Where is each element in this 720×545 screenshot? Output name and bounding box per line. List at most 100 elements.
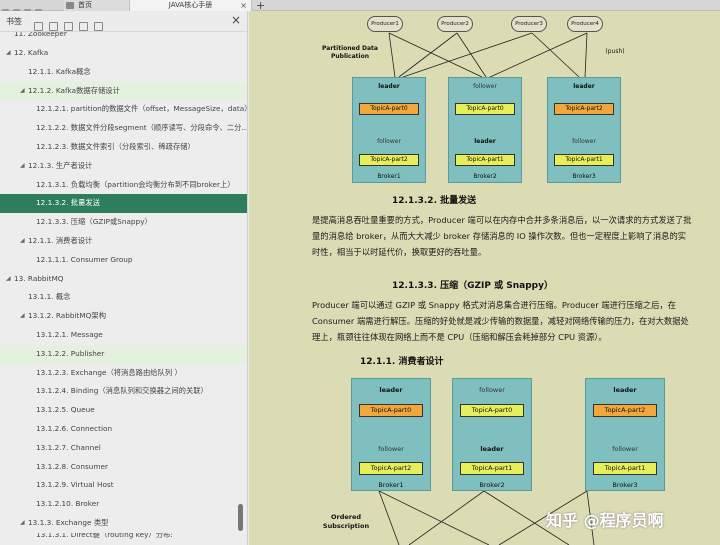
- compress-paragraph: Producer 端可以通过 GZIP 或 Snappy 格式对消息集合进行压缩…: [312, 300, 689, 342]
- bookmark-item[interactable]: 13.1.2.8. Consumer: [0, 458, 247, 477]
- bookmark-label: 13.1.2.5. Queue: [36, 405, 95, 415]
- broker-role-label: follower: [572, 138, 596, 145]
- expand-arrow-icon[interactable]: ◢: [6, 44, 11, 63]
- bookmark-item[interactable]: 13.1.2.7. Channel: [0, 439, 247, 458]
- producer-node: Producer3: [511, 16, 547, 32]
- bookmark-label: 13.1.2.2. Publisher: [36, 348, 105, 358]
- bookmark-label: 12.1.2.3. 数据文件索引（分段索引、稀疏存储）: [36, 141, 195, 151]
- bookmark-item[interactable]: ◢ 13.1.3. Exchange 类型: [0, 514, 247, 533]
- bookmark-item[interactable]: 12.1.1. Kafka概念: [0, 63, 247, 82]
- broker-name: Broker1: [377, 173, 401, 180]
- bookmark-label: 12.1.3. 生产者设计: [28, 160, 93, 170]
- bookmark-label: 13.1.2.4. Binding（消息队列和交换器之间的关联）: [36, 386, 208, 396]
- expand-all-icon[interactable]: [34, 22, 43, 31]
- partition-label: TopicA-part1: [460, 462, 524, 475]
- bookmark-item[interactable]: 13.1.2.5. Queue: [0, 401, 247, 420]
- broker-role-label: leader: [474, 138, 496, 145]
- expand-arrow-icon[interactable]: ◢: [6, 270, 11, 289]
- broker-role-label: leader: [379, 386, 403, 394]
- window-toolbar: [0, 0, 62, 15]
- bookmark-label: 12.1.3.2. 批量发送: [36, 198, 100, 208]
- bookmark-item[interactable]: ◢ 13. RabbitMQ: [0, 270, 247, 289]
- bookmark-tree: 11. Zookeeper ◢ 12. Kafka 12.1.1. Kafka概念 ◢ 1…: [0, 32, 247, 545]
- broker-name: Broker1: [378, 481, 404, 489]
- sidebar-scrollbar[interactable]: [238, 504, 243, 531]
- home-icon: [66, 2, 74, 9]
- tab-close-icon[interactable]: ×: [240, 0, 247, 11]
- publication-label: Partitioned Data Publication: [322, 45, 378, 60]
- expand-arrow-icon[interactable]: ◢: [20, 82, 25, 101]
- bookmark-label: 13.1.3.1. Direct键（routing key）分布:: [36, 532, 173, 539]
- bookmark-label: 13.1.2.10. Broker: [36, 499, 100, 509]
- broker-box: leader TopicA-part2 follower TopicA-part1 Br…: [547, 77, 621, 183]
- tab-bar: 首页 JAVA核心手册 × +: [0, 0, 720, 15]
- partition-label: TopicA-part2: [554, 103, 614, 115]
- bookmark-label: 13.1.2.3. Exchange（将消息路由给队列 ）: [36, 367, 182, 377]
- bookmark-item[interactable]: 11. Zookeeper: [0, 32, 247, 44]
- broker-role-label: follower: [479, 386, 505, 394]
- partition-label: TopicA-part1: [593, 462, 657, 475]
- bookmark-item[interactable]: 12.1.3.3. 压缩（GZIP或Snappy）: [0, 213, 247, 232]
- bookmark-item[interactable]: 13.1.2.1. Message: [0, 326, 247, 345]
- bookmark-item[interactable]: ◢ 12.1.2. Kafka数据存储设计: [0, 81, 247, 101]
- sidebar-title: 书签: [6, 17, 22, 26]
- collapse-all-icon[interactable]: [49, 22, 58, 31]
- broker-name: Broker3: [612, 481, 638, 489]
- push-label: (push): [605, 48, 625, 55]
- bookmark-item[interactable]: ◢ 13.1.2. RabbitMQ架构: [0, 307, 247, 326]
- bookmark-label: 13.1.2.7. Channel: [36, 442, 101, 452]
- sidebar-close-icon[interactable]: ×: [231, 13, 241, 27]
- bookmark-label: 13.1.2.1. Message: [36, 329, 103, 339]
- bookmark-item[interactable]: 12.1.2.1. partition的数据文件（offset，MessageS…: [0, 100, 247, 119]
- partition-label: TopicA-part2: [359, 154, 419, 166]
- bookmark-item[interactable]: 13.1.2.4. Binding（消息队列和交换器之间的关联）: [0, 382, 247, 401]
- bookmark-item[interactable]: 13.1.2.10. Broker: [0, 495, 247, 514]
- bookmark-item[interactable]: ◢ 12.1.3. 生产者设计: [0, 157, 247, 176]
- bookmark-item[interactable]: 12.1.2.2. 数据文件分段segment（顺序读写、分段命令、二分...: [0, 119, 247, 138]
- partition-label: TopicA-part0: [359, 103, 419, 115]
- bookmark-item[interactable]: 13.1.2.9. Virtual Host: [0, 476, 247, 495]
- bookmark-label: 12.1.1.1. Consumer Group: [36, 254, 133, 264]
- bookmark-item[interactable]: 12.1.3.1. 负载均衡（partition会均衡分布到不同broker上）: [0, 176, 247, 195]
- broker-role-label: follower: [612, 445, 638, 453]
- delete-bookmark-icon[interactable]: [94, 22, 103, 31]
- tab-home[interactable]: 首页: [64, 0, 130, 11]
- partition-label: TopicA-part1: [554, 154, 614, 166]
- bookmark-sidebar: 书签 × 11. Zookeeper ◢ 12. Kafka 12.1.1. Kafk…: [0, 11, 248, 545]
- partition-label: TopicA-part0: [359, 404, 423, 417]
- bookmark-item[interactable]: 13.1.2.6. Connection: [0, 420, 247, 439]
- edit-bookmark-icon[interactable]: [79, 22, 88, 31]
- tab-home-label: 首页: [78, 1, 92, 9]
- add-bookmark-icon[interactable]: [64, 22, 73, 31]
- partition-label: TopicA-part0: [455, 103, 515, 115]
- broker-name: Broker3: [572, 173, 596, 180]
- tab-document[interactable]: JAVA核心手册 ×: [130, 0, 252, 11]
- bookmark-item[interactable]: 12.1.1.1. Consumer Group: [0, 251, 247, 270]
- bookmark-item[interactable]: 13.1.2.3. Exchange（将消息路由给队列 ）: [0, 364, 247, 383]
- partition-label: TopicA-part2: [359, 462, 423, 475]
- bookmark-item[interactable]: 12.1.2.3. 数据文件索引（分段索引、稀疏存储）: [0, 138, 247, 157]
- broker-box: leader TopicA-part0 follower TopicA-part2 Br…: [352, 77, 426, 183]
- expand-arrow-icon[interactable]: ◢: [20, 232, 25, 251]
- partition-label: TopicA-part2: [593, 404, 657, 417]
- consumer-heading: 12.1.1. 消费者设计: [360, 357, 444, 367]
- expand-arrow-icon[interactable]: ◢: [20, 307, 25, 326]
- bookmark-label: 13.1.2. RabbitMQ架构: [28, 311, 107, 321]
- batch-heading: 12.1.3.2. 批量发送: [392, 196, 477, 206]
- broker-role-label: leader: [573, 83, 595, 90]
- bookmark-item[interactable]: ◢ 12.1.1. 消费者设计: [0, 232, 247, 251]
- bookmark-item[interactable]: ◢ 12. Kafka: [0, 44, 247, 63]
- expand-arrow-icon[interactable]: ◢: [20, 157, 25, 176]
- compress-heading: 12.1.3.3. 压缩（GZIP 或 Snappy）: [392, 281, 553, 291]
- bookmark-label: 12.1.1. Kafka概念: [28, 66, 91, 76]
- bookmark-item[interactable]: 12.1.3.2. 批量发送: [0, 194, 247, 214]
- bookmark-item[interactable]: 13.1.3.1. Direct键（routing key）分布:: [0, 533, 247, 545]
- sidebar-header: 书签 ×: [0, 11, 247, 32]
- batch-paragraph: 是提高消息吞吐量重要的方式，Producer 端可以在内存中合并多条消息后，以一…: [312, 215, 692, 257]
- producer-node: Producer1: [367, 16, 403, 32]
- broker-role-label: follower: [473, 83, 497, 90]
- tab-document-label: JAVA核心手册: [168, 1, 213, 9]
- bookmark-item[interactable]: 13.1.2.2. Publisher: [0, 344, 247, 364]
- expand-arrow-icon[interactable]: ◢: [20, 514, 25, 533]
- bookmark-item[interactable]: 13.1.1. 概念: [0, 288, 247, 307]
